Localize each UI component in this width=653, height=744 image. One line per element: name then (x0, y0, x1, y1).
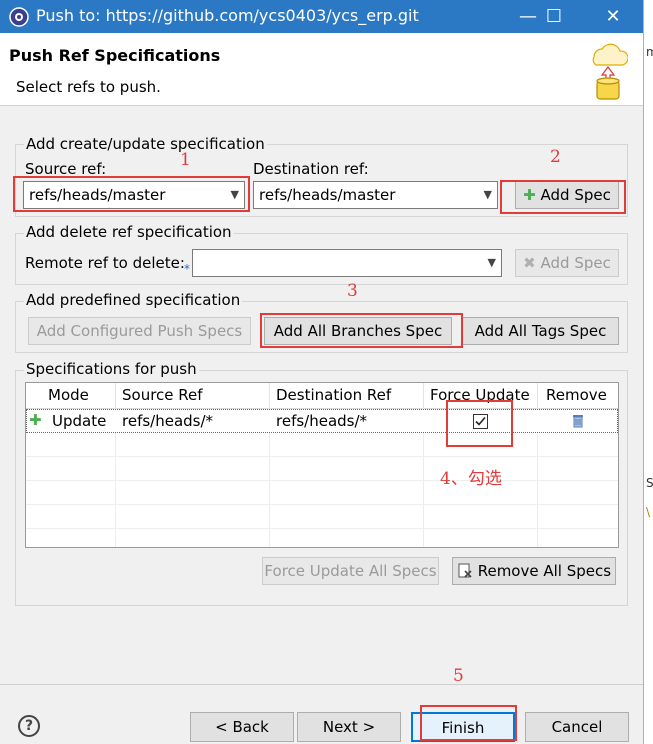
specs-group-label: Specifications for push (24, 360, 199, 378)
required-marker: * (184, 262, 190, 276)
col-remove[interactable]: Remove (538, 383, 618, 408)
remove-all-specs-button[interactable]: Remove All Specs (452, 557, 616, 585)
force-update-all-label: Force Update All Specs (264, 562, 437, 580)
cancel-label: Cancel (551, 718, 603, 736)
page-title: Push Ref Specifications (9, 46, 221, 65)
add-delete-spec-label: Add Spec (540, 254, 611, 272)
close-icon: ✕ (605, 6, 621, 27)
table-row[interactable]: ✚ Update refs/heads/* refs/heads/* (26, 409, 618, 433)
remote-ref-label: Remote ref to delete: (25, 254, 185, 272)
wizard-header: Push Ref Specifications Select refs to p… (0, 33, 643, 106)
table-row-empty (26, 433, 618, 457)
maximize-icon: ☐ (545, 6, 563, 27)
annotation-label-4: 4、勾选 (440, 469, 502, 489)
add-plus-icon: ✚ (29, 411, 42, 429)
destination-ref-value: refs/heads/master (259, 186, 396, 204)
col-source-ref[interactable]: Source Ref (116, 383, 270, 408)
window-titlebar: Push to: https://github.com/ycs0403/ycs_… (0, 0, 643, 33)
eclipse-gear-icon (9, 7, 29, 27)
annotation-label-1: 1 (180, 150, 191, 170)
col-mode[interactable]: Mode (26, 383, 116, 408)
annotation-box-2 (500, 180, 626, 214)
back-label: < Back (215, 718, 269, 736)
footer-divider (0, 684, 643, 685)
table-row-empty (26, 505, 618, 529)
annotation-box-5 (420, 705, 517, 741)
add-configured-label: Add Configured Push Specs (36, 322, 243, 340)
add-configured-push-specs-button[interactable]: Add Configured Push Specs (28, 317, 251, 345)
annotation-label-3: 3 (347, 281, 358, 301)
table-row-empty (26, 481, 618, 505)
remote-ref-combo[interactable]: ▼ (192, 249, 502, 277)
predefined-group-label: Add predefined specification (24, 291, 243, 309)
maximize-button[interactable]: ☐ (531, 0, 577, 33)
background-char-3: \ (646, 505, 651, 519)
cloud-push-icon (592, 43, 628, 100)
annotation-label-2: 2 (550, 147, 561, 167)
remove-all-label: Remove All Specs (477, 562, 612, 580)
row-source: refs/heads/* (122, 412, 214, 430)
chevron-down-icon: ▼ (483, 188, 492, 201)
table-row-empty (26, 457, 618, 481)
background-window-edge (643, 0, 653, 744)
window-title: Push to: https://github.com/ycs0403/ycs_… (36, 6, 419, 25)
specs-table[interactable]: Mode Source Ref Destination Ref Force Up… (25, 382, 619, 548)
annotation-label-5: 5 (453, 666, 464, 686)
trash-icon[interactable] (572, 413, 584, 428)
destination-ref-combo[interactable]: refs/heads/master ▼ (253, 181, 498, 209)
annotation-box-4 (446, 400, 513, 447)
next-button[interactable]: Next > (297, 712, 401, 742)
row-dest: refs/heads/* (276, 412, 368, 430)
remove-all-icon (458, 563, 472, 578)
delete-spec-group-label: Add delete ref specification (24, 223, 234, 241)
col-destination-ref[interactable]: Destination Ref (270, 383, 424, 408)
page-subtitle: Select refs to push. (16, 78, 161, 96)
background-char-1: m (646, 45, 653, 59)
back-button[interactable]: < Back (190, 712, 294, 742)
next-label: Next > (322, 718, 376, 736)
force-update-all-specs-button[interactable]: Force Update All Specs (262, 557, 439, 585)
wizard-content: Add create/update specification Source r… (0, 106, 643, 744)
chevron-down-icon: ▼ (487, 256, 496, 269)
background-char-2: St (646, 476, 653, 490)
delete-x-icon: ✖ (523, 254, 536, 272)
add-all-tags-label: Add All Tags Spec (474, 322, 607, 340)
annotation-box-1 (13, 176, 250, 212)
row-mode: Update (52, 412, 107, 430)
create-update-group-label: Add create/update specification (24, 135, 267, 153)
close-button[interactable]: ✕ (590, 0, 636, 33)
cancel-button[interactable]: Cancel (525, 712, 629, 742)
add-delete-spec-button[interactable]: ✖ Add Spec (515, 249, 619, 277)
help-glyph: ? (24, 718, 34, 734)
add-all-tags-spec-button[interactable]: Add All Tags Spec (462, 317, 619, 345)
annotation-box-3 (260, 313, 463, 348)
destination-ref-label: Destination ref: (253, 160, 369, 178)
help-icon[interactable]: ? (18, 715, 40, 737)
